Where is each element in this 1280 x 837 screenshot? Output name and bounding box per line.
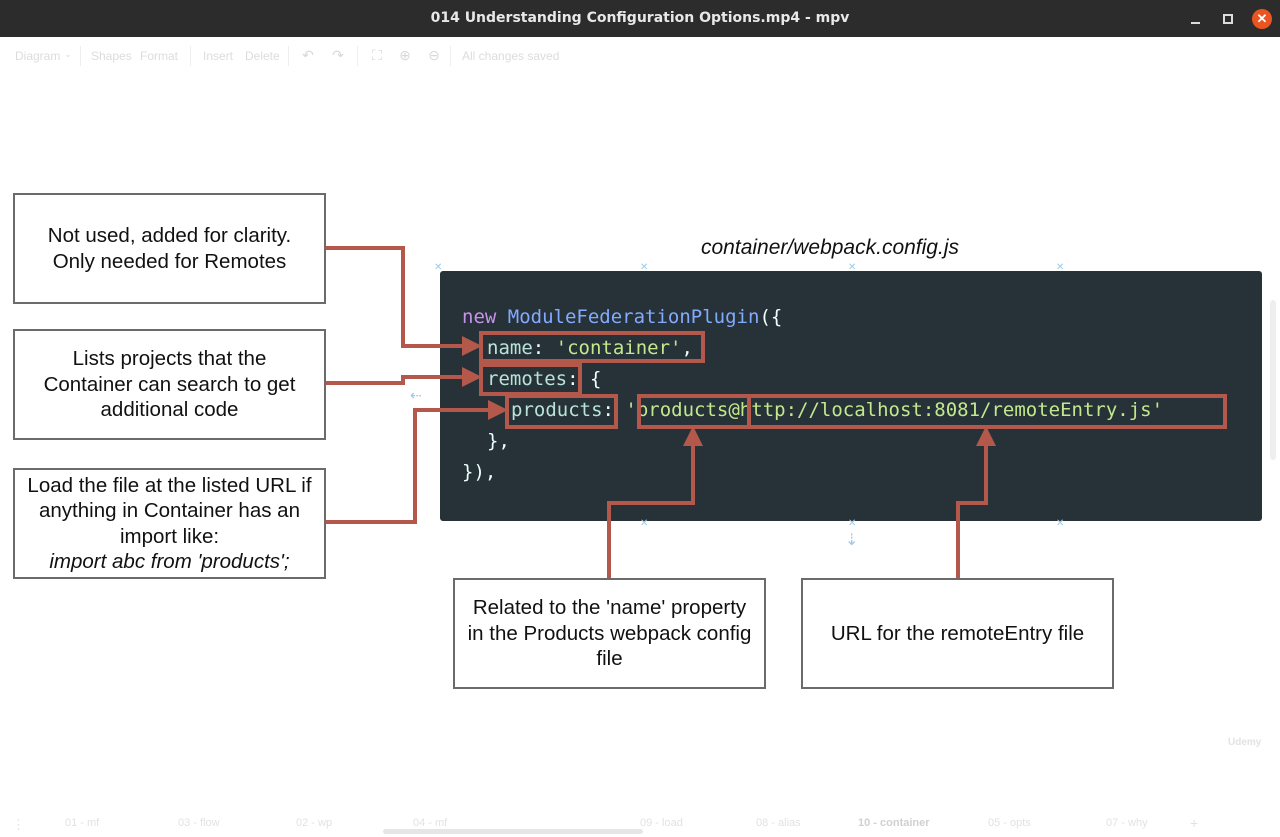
- selection-handle: ✕: [1056, 518, 1065, 529]
- selection-handle: ✕: [1056, 262, 1065, 273]
- toolbar-divider: [450, 46, 451, 66]
- page-tab: 02 - wp: [296, 817, 333, 829]
- code-line-6: }),: [462, 461, 497, 483]
- vertical-scrollbar: [1270, 300, 1276, 460]
- code-remote-url-string: 'products@http://localhost:8081/remoteEn…: [625, 399, 1164, 421]
- code-punctuation: : {: [567, 368, 602, 390]
- tabs-menu-icon: ⋮: [12, 817, 25, 832]
- diagram-menu: Diagram: [15, 49, 61, 63]
- code-class-name: ModuleFederationPlugin: [507, 306, 760, 328]
- selection-handle: ✕: [848, 518, 857, 529]
- note-text: Load the file at the listed URL if: [27, 473, 312, 497]
- code-punctuation: ({: [759, 306, 783, 328]
- code-punctuation: :: [532, 337, 545, 359]
- remotes-note-box: Lists projects that the Container can se…: [13, 329, 326, 440]
- insert-menu: Insert: [203, 49, 234, 63]
- add-page-icon: +: [1190, 815, 1199, 831]
- name-note-box: Not used, added for clarity. Only needed…: [13, 193, 326, 304]
- page-tab: 09 - load: [640, 817, 683, 829]
- toolbar-divider: [288, 46, 289, 66]
- toolbar-divider: [190, 46, 191, 66]
- chevron-down-icon: ⌄: [64, 49, 72, 59]
- code-property-products: products: [511, 399, 603, 421]
- page-tab: 08 - alias: [756, 817, 801, 829]
- toolbar-divider: [357, 46, 358, 66]
- code-string: 'container': [555, 337, 682, 359]
- arrow-down-icon: ⇣: [845, 532, 859, 549]
- code-line-1: new ModuleFederationPlugin({: [462, 306, 782, 328]
- note-text: Container can search to get: [43, 372, 296, 396]
- note-import-example: import abc from 'products';: [49, 550, 290, 573]
- watermark-logo: Udemy: [1228, 737, 1262, 748]
- code-punctuation: :: [602, 399, 614, 421]
- window-titlebar: 014 Understanding Configuration Options.…: [0, 0, 1280, 37]
- note-text: import like:: [119, 524, 220, 548]
- fullscreen-icon: ⛶: [372, 47, 382, 63]
- note-text: file: [596, 647, 623, 671]
- page-tab: 01 - mf: [65, 817, 100, 829]
- zoom-out-icon: ⊖: [428, 47, 440, 63]
- page-tab: 03 - flow: [178, 817, 220, 829]
- close-icon[interactable]: ✕: [1252, 9, 1272, 29]
- minimize-icon[interactable]: [1187, 9, 1207, 29]
- window-title: 014 Understanding Configuration Options.…: [430, 10, 850, 26]
- products-note-box: Load the file at the listed URL if anyth…: [13, 468, 326, 579]
- note-text: URL for the remoteEntry file: [830, 621, 1085, 645]
- toolbar-divider: [80, 46, 81, 66]
- url-note-box: URL for the remoteEntry file: [801, 578, 1114, 689]
- name-property-note-box: Related to the 'name' property in the Pr…: [453, 578, 766, 689]
- arrow-left-icon: ⇠: [410, 387, 422, 403]
- format-menu: Format: [140, 49, 179, 63]
- code-line-2: name: 'container',: [487, 337, 693, 359]
- shapes-menu: Shapes: [91, 49, 132, 63]
- zoom-in-icon: ⊕: [399, 47, 411, 63]
- note-text: anything in Container has an: [39, 499, 300, 522]
- code-punctuation: ,: [681, 337, 693, 359]
- note-text: Lists projects that the: [72, 347, 267, 371]
- video-editor-toolbar: Diagram ⌄ Shapes Format Insert Delete ↶ …: [0, 37, 1280, 75]
- selection-handle: ✕: [848, 262, 857, 273]
- code-keyword: new: [462, 306, 497, 328]
- code-caption: container/webpack.config.js: [701, 236, 959, 259]
- page-tab-active: 10 - container: [858, 817, 930, 829]
- page-tab: 07 - why: [1106, 817, 1148, 829]
- horizontal-scrollbar: [383, 829, 643, 834]
- page-tab: 05 - opts: [988, 817, 1031, 829]
- maximize-icon[interactable]: [1219, 9, 1239, 29]
- selection-handle: ✕: [640, 262, 649, 273]
- redo-icon: ↷: [332, 47, 344, 63]
- undo-icon: ↶: [302, 47, 314, 63]
- selection-handle: ✕: [434, 262, 443, 273]
- code-line-4: products: 'products@http://localhost:808…: [511, 399, 1163, 421]
- save-status: All changes saved: [462, 49, 560, 63]
- delete-button: Delete: [245, 49, 280, 63]
- code-line-3: remotes: {: [487, 368, 601, 390]
- note-text: in the Products webpack config: [467, 621, 752, 645]
- page-tab: 04 - mf: [413, 817, 448, 829]
- note-text: Only needed for Remotes: [52, 249, 287, 273]
- code-property-name: name: [487, 337, 533, 359]
- selection-handle: ✕: [640, 518, 649, 529]
- note-text: additional code: [100, 398, 239, 422]
- note-text: Not used, added for clarity.: [47, 224, 292, 247]
- code-line-5: },: [487, 430, 510, 452]
- code-property-remotes: remotes: [487, 368, 568, 390]
- note-text: Related to the 'name' property: [472, 596, 747, 620]
